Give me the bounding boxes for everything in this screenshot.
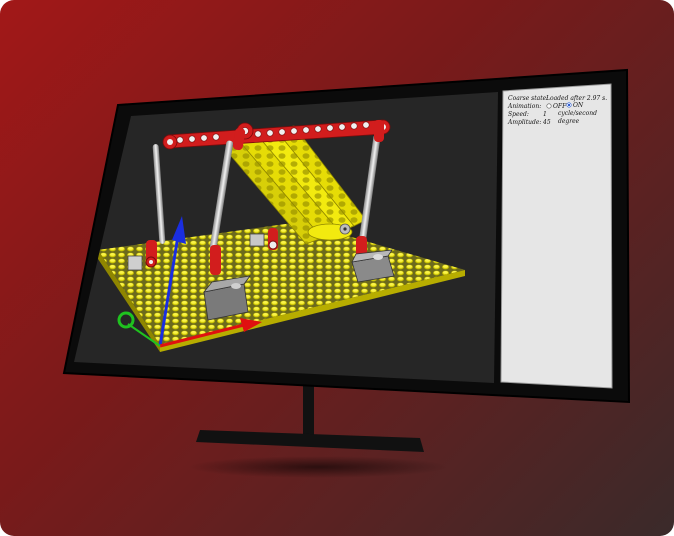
- speed-value[interactable]: 1: [543, 111, 547, 118]
- stand-shadow: [188, 456, 448, 478]
- amplitude-value[interactable]: 45: [542, 119, 551, 126]
- speed-unit: cycle/second: [558, 110, 597, 117]
- speed-label: Speed:: [508, 111, 529, 118]
- animation-on-label: ON: [573, 102, 584, 109]
- status-label: Coarse state:: [508, 95, 548, 102]
- animation-off-radio[interactable]: [546, 103, 552, 109]
- amplitude-unit: degree: [558, 118, 580, 125]
- monitor-illustration: Coarse state: Loaded after 2.97 s. Anima…: [62, 68, 631, 478]
- settings-panel: Coarse state: Loaded after 2.97 s. Anima…: [500, 83, 613, 389]
- amplitude-label: Amplitude:: [507, 119, 541, 126]
- hero-card: Coarse state: Loaded after 2.97 s. Anima…: [0, 0, 674, 536]
- animation-on-selected-dot: [567, 103, 571, 107]
- monitor-neck: [303, 380, 314, 436]
- status-value: Loaded after 2.97 s.: [545, 95, 607, 102]
- animation-label: Animation:: [507, 103, 541, 110]
- animation-off-label: OFF: [553, 103, 567, 110]
